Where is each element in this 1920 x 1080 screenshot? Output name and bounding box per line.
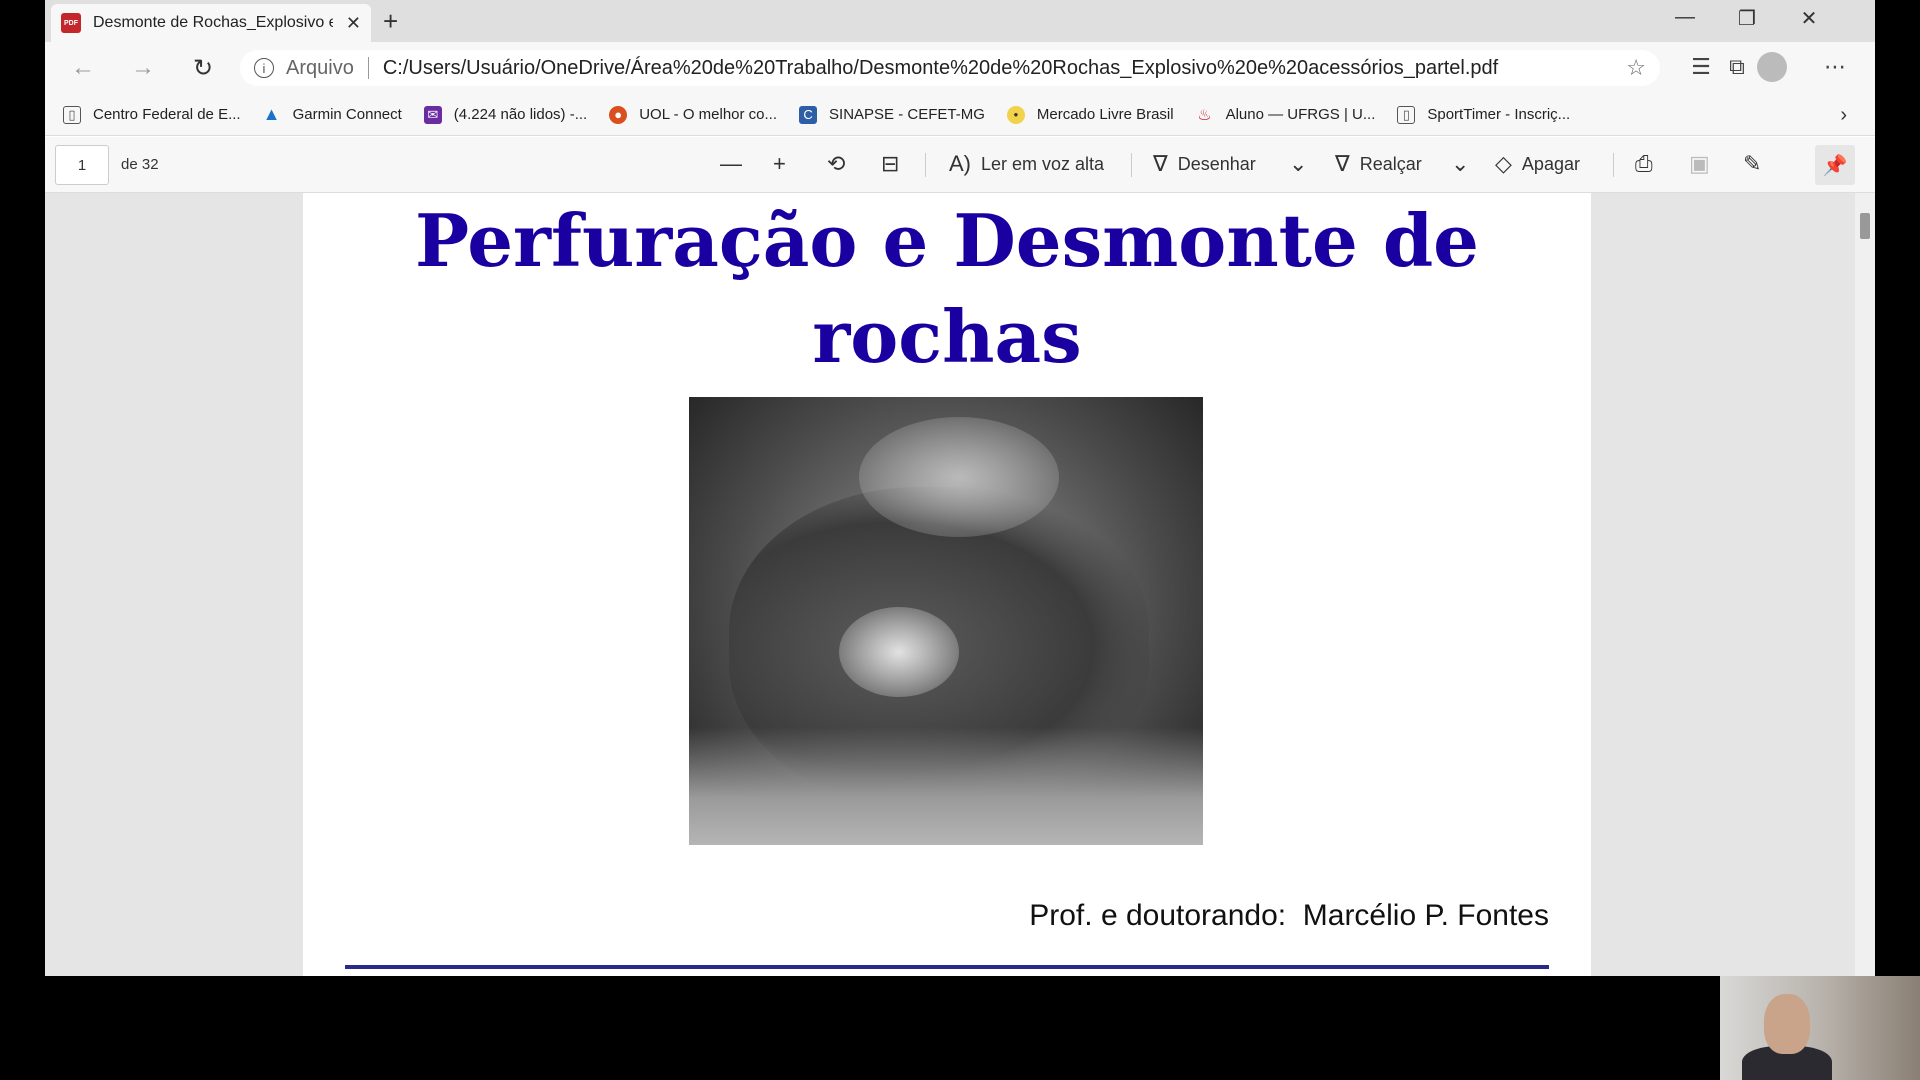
draw-label: Desenhar (1177, 153, 1256, 174)
tab-strip: PDF Desmonte de Rochas_Explosivo e ✕ + —… (45, 0, 1875, 42)
page-icon: ▯ (63, 105, 81, 124)
horizontal-rule (345, 965, 1549, 969)
zoom-in-icon[interactable]: + (773, 151, 796, 177)
bookmark-item[interactable]: ▯ Centro Federal de E... (63, 105, 241, 124)
document-title: Perfuração e Desmonte de rochas (415, 198, 1479, 379)
pdf-page: Perfuração e Desmonte de rochas Prof. e … (303, 193, 1591, 976)
bookmark-label: UOL - O melhor co... (639, 106, 778, 123)
toolbar-divider (1613, 153, 1614, 177)
print-icon[interactable]: ⎙ (1635, 151, 1663, 177)
webcam-overlay (1720, 976, 1920, 1080)
browser-window: PDF Desmonte de Rochas_Explosivo e ✕ + —… (45, 0, 1875, 976)
read-aloud-label: Ler em voz alta (981, 153, 1105, 174)
toolbar-divider (1131, 153, 1132, 177)
bookmark-label: Garmin Connect (292, 106, 402, 123)
bookmark-item[interactable]: ♨ Aluno — UFRGS | U... (1196, 106, 1376, 124)
bookmark-item[interactable]: ▯ SportTimer - Inscriç... (1397, 105, 1571, 124)
minimize-button[interactable]: — (1665, 6, 1705, 29)
url-text[interactable]: C:/Users/Usuário/OneDrive/Área%20de%20Tr… (383, 57, 1498, 80)
bookmark-item[interactable]: ▲ Garmin Connect (262, 104, 402, 124)
mail-icon: ✉ (423, 105, 442, 124)
forward-icon[interactable]: → (123, 54, 163, 82)
read-aloud-button[interactable]: A) Ler em voz alta (949, 151, 1104, 177)
rotate-icon[interactable]: ⟲ (827, 151, 855, 177)
author-line: Prof. e doutorando: Marcélio P. Fontes (1029, 899, 1549, 932)
back-icon[interactable]: ← (63, 54, 103, 82)
mercadolivre-icon: • (1006, 105, 1025, 124)
draw-button[interactable]: ∇ Desenhar (1153, 151, 1256, 177)
bookmark-item[interactable]: ✉ (4.224 não lidos) -... (423, 105, 588, 124)
close-window-button[interactable]: ✕ (1789, 6, 1829, 31)
photo-dust-cloud (839, 607, 959, 697)
profile-avatar[interactable] (1757, 52, 1787, 82)
garmin-icon: ▲ (262, 104, 281, 124)
draw-options-chevron-icon[interactable]: ⌄ (1289, 151, 1317, 177)
bookmark-label: SINAPSE - CEFET-MG (829, 106, 985, 123)
bookmark-item[interactable]: C SINAPSE - CEFET-MG (799, 105, 985, 124)
bookmark-item[interactable]: ● UOL - O melhor co... (609, 105, 778, 124)
save-as-icon[interactable]: ✎ (1743, 151, 1771, 177)
photo-ground (689, 727, 1203, 845)
collections-icon[interactable]: ⧉ (1717, 54, 1757, 80)
highlight-button[interactable]: ∇ Realçar (1335, 151, 1422, 177)
tab-pdf[interactable]: PDF Desmonte de Rochas_Explosivo e ✕ (51, 4, 371, 42)
pen-icon: ∇ (1153, 151, 1168, 176)
info-icon[interactable]: i (254, 58, 274, 78)
fit-page-icon[interactable]: ⊟ (881, 151, 909, 177)
pdf-toolbar: 1 de 32 — + ⟲ ⊟ A) Ler em voz alta ∇ Desen… (45, 137, 1875, 193)
address-separator (367, 57, 369, 79)
bookmark-label: Centro Federal de E... (93, 106, 241, 123)
pdf-viewer: Perfuração e Desmonte de rochas Prof. e … (45, 193, 1875, 976)
ufrgs-icon: ♨ (1197, 106, 1212, 124)
bookmarks-more-icon[interactable]: › (1840, 104, 1847, 127)
more-menu-icon[interactable]: ⋯ (1815, 54, 1855, 80)
refresh-icon[interactable]: ↻ (183, 54, 223, 83)
favorite-star-icon[interactable]: ☆ (1626, 55, 1646, 81)
restore-button[interactable]: ❐ (1727, 6, 1767, 31)
erase-label: Apagar (1521, 153, 1580, 174)
uol-icon: ● (609, 105, 628, 124)
scrollbar-thumb[interactable] (1860, 213, 1870, 239)
read-aloud-icon: A) (949, 151, 971, 176)
eraser-icon: ◇ (1495, 151, 1512, 176)
address-bar[interactable]: i Arquivo C:/Users/Usuário/OneDrive/Área… (240, 50, 1660, 86)
zoom-out-icon[interactable]: — (720, 151, 752, 177)
webcam-person-head (1764, 994, 1810, 1054)
pdf-icon: PDF (61, 13, 81, 33)
page-total: de 32 (121, 156, 159, 173)
sinapse-icon: C (799, 105, 818, 124)
toolbar-divider (925, 153, 926, 177)
rock-blast-photo (689, 397, 1203, 845)
bookmark-label: Mercado Livre Brasil (1036, 106, 1174, 123)
highlight-options-chevron-icon[interactable]: ⌄ (1451, 151, 1479, 177)
favorites-icon[interactable]: ☰ (1681, 54, 1721, 80)
tab-title: Desmonte de Rochas_Explosivo e (93, 14, 333, 31)
bookmark-label: Aluno — UFRGS | U... (1225, 106, 1376, 123)
new-tab-button[interactable]: + (383, 6, 398, 37)
pin-toolbar-icon[interactable]: 📌 (1815, 145, 1855, 185)
erase-button[interactable]: ◇ Apagar (1495, 151, 1580, 177)
page-icon: ▯ (1397, 105, 1416, 124)
bookmarks-bar: ▯ Centro Federal de E... ▲ Garmin Connec… (45, 94, 1875, 136)
save-icon[interactable]: ▣ (1689, 151, 1720, 177)
bookmark-label: (4.224 não lidos) -... (453, 106, 588, 123)
highlight-label: Realçar (1359, 153, 1422, 174)
scheme-label: Arquivo (286, 56, 354, 79)
navigation-bar: ← → ↻ i Arquivo C:/Users/Usuário/OneDriv… (45, 42, 1875, 94)
highlighter-icon: ∇ (1335, 151, 1350, 176)
page-number-input[interactable]: 1 (55, 145, 109, 185)
close-tab-icon[interactable]: ✕ (346, 13, 361, 34)
bookmark-label: SportTimer - Inscriç... (1427, 106, 1571, 123)
photo-dust-cloud (859, 417, 1059, 537)
vertical-scrollbar[interactable] (1855, 193, 1875, 976)
bookmark-item[interactable]: • Mercado Livre Brasil (1006, 105, 1174, 124)
